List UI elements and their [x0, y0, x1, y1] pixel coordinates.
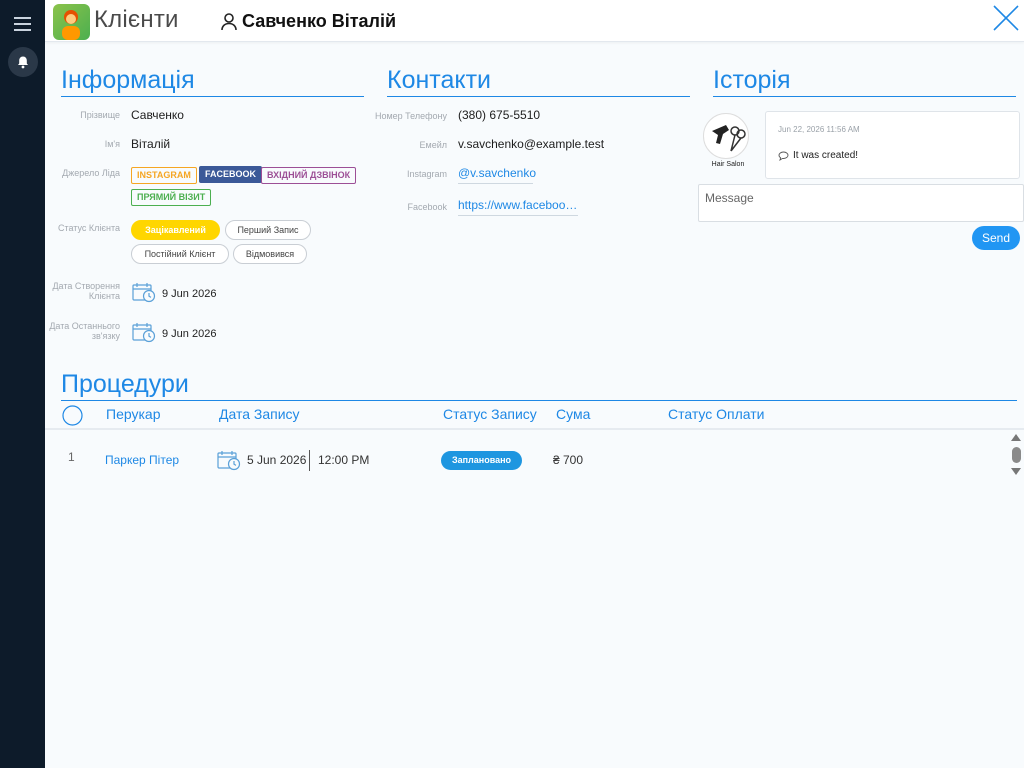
table-separator: [45, 428, 1024, 430]
created-date: 9 Jun 2026: [162, 288, 217, 300]
facebook-link[interactable]: https://www.faceboo…: [458, 198, 578, 216]
comment-icon: [778, 151, 789, 161]
close-icon[interactable]: [992, 4, 1020, 32]
client-header: Савченко Віталій: [221, 11, 396, 32]
status-interested[interactable]: Зацікавлений: [131, 220, 220, 240]
phone-value: (380) 675-5510: [458, 108, 541, 122]
col-header-stylist[interactable]: Перукар: [106, 406, 160, 422]
instagram-link[interactable]: @v.savchenko: [458, 166, 536, 184]
instagram-label: Instagram: [406, 169, 447, 179]
select-all-checkbox[interactable]: [62, 405, 83, 426]
history-entry-time: Jun 22, 2026 11:56 AM: [778, 125, 860, 134]
client-name: Савченко Віталій: [242, 11, 397, 31]
last-contact-label: Дата Останнього зв'язку: [49, 321, 120, 341]
last-contact-date: 9 Jun 2026: [162, 328, 217, 340]
status-refused[interactable]: Відмовився: [233, 244, 307, 264]
source-tag-instagram[interactable]: INSTAGRAM: [131, 167, 197, 184]
source-tag-incoming-call[interactable]: ВХІДНИЙ ДЗВІНОК: [261, 167, 357, 184]
surname-value: Савченко: [131, 108, 184, 122]
scroll-up-arrow-icon[interactable]: [1011, 434, 1021, 441]
history-entry-text: It was created!: [793, 150, 859, 161]
client-status-label: Статус Клієнта: [57, 223, 120, 233]
name-value: Віталій: [131, 137, 171, 151]
salon-avatar: [703, 113, 749, 159]
source-tag-direct-visit[interactable]: ПРЯМИЙ ВІЗИТ: [131, 189, 212, 206]
row-date: 5 Jun 2026: [247, 453, 307, 467]
history-heading: Історія: [713, 66, 1016, 97]
col-header-payment[interactable]: Статус Оплати: [668, 406, 765, 422]
facebook-label: Facebook: [407, 202, 447, 212]
phone-label: Номер Телефону: [374, 111, 447, 121]
history-entry: Jun 22, 2026 11:56 AM It was created!: [765, 111, 1020, 179]
contacts-heading: Контакти: [387, 66, 690, 97]
app-logo: [53, 4, 90, 40]
source-tag-facebook[interactable]: FACEBOOK: [199, 166, 263, 183]
col-header-amount[interactable]: Сума: [556, 406, 590, 422]
row-status-badge[interactable]: Заплановано: [441, 451, 522, 470]
top-header: Клієнти Савченко Віталій: [45, 0, 1024, 42]
email-value: v.savchenko@example.test: [458, 137, 605, 151]
sidebar-rail: [0, 0, 45, 768]
hamburger-menu-icon[interactable]: [14, 17, 31, 31]
calendar-clock-icon[interactable]: [132, 322, 156, 343]
col-header-date[interactable]: Дата Запису: [219, 406, 300, 422]
salon-avatar-caption: Hair Salon: [711, 161, 745, 168]
row-amount: ₴ 700: [553, 453, 584, 467]
row-stylist[interactable]: Паркер Пітер: [105, 453, 179, 467]
date-time-divider: [309, 450, 310, 471]
col-header-status[interactable]: Статус Запису: [443, 406, 537, 422]
lead-source-label: Джерело Ліда: [62, 168, 120, 178]
message-input[interactable]: [698, 184, 1024, 222]
calendar-clock-icon[interactable]: [132, 282, 156, 303]
scrollbar-thumb[interactable]: [1012, 447, 1021, 463]
status-regular-client[interactable]: Постійний Клієнт: [131, 244, 229, 264]
status-first-visit[interactable]: Перший Запис: [225, 220, 311, 240]
notifications-bell-icon[interactable]: [8, 47, 38, 77]
app-title: Клієнти: [94, 6, 179, 33]
surname-label: Прізвище: [80, 110, 120, 120]
info-heading: Інформація: [61, 66, 364, 97]
scroll-down-arrow-icon[interactable]: [1011, 468, 1021, 475]
send-button[interactable]: Send: [972, 226, 1020, 250]
user-icon: [221, 12, 237, 30]
row-time: 12:00 PM: [318, 453, 370, 467]
procedures-heading: Процедури: [61, 370, 1017, 401]
email-label: Емейл: [419, 140, 447, 150]
calendar-clock-icon[interactable]: [217, 450, 241, 471]
name-label: Ім'я: [104, 139, 120, 149]
row-number: 1: [68, 450, 75, 464]
created-date-label: Дата Створення Клієнта: [52, 281, 120, 301]
